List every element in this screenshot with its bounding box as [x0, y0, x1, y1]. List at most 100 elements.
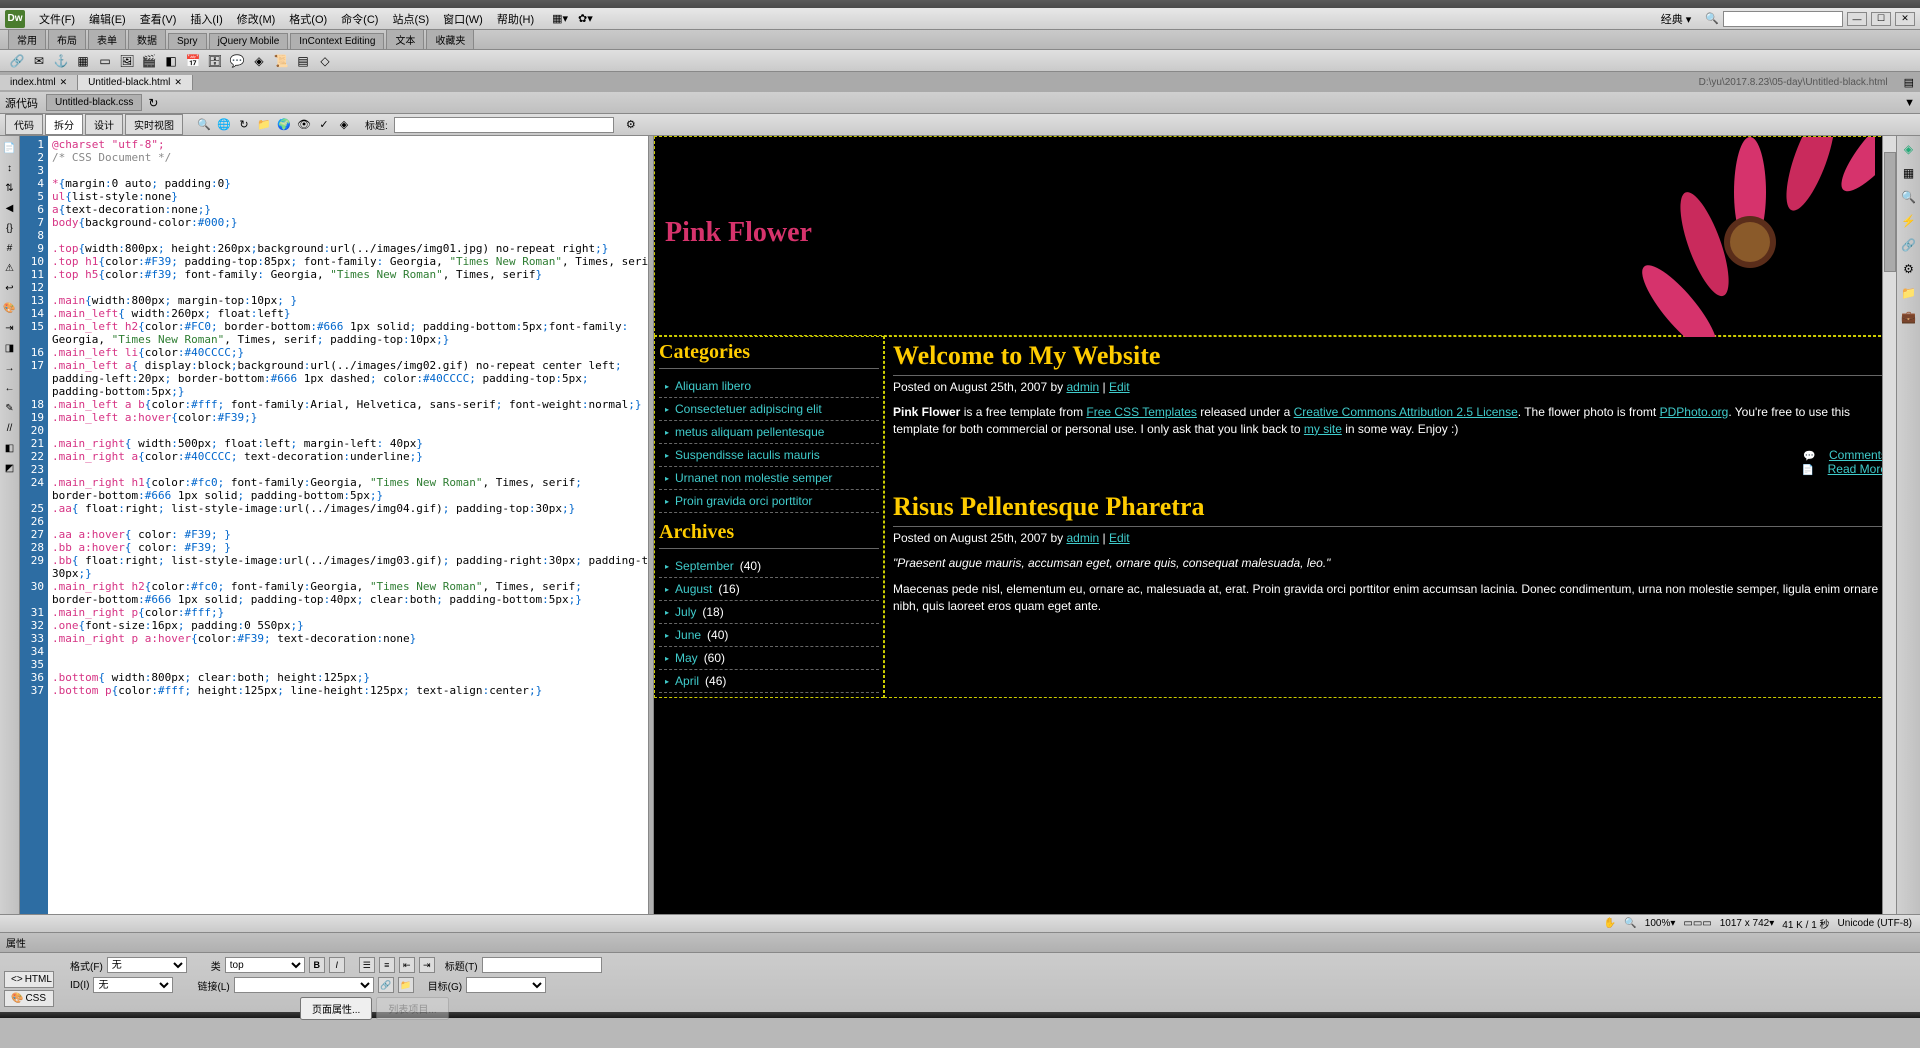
pdphoto-link[interactable]: PDPhoto.org: [1660, 405, 1729, 419]
workspace-selector[interactable]: 经典 ▾: [1661, 11, 1692, 27]
table-icon[interactable]: ▦: [74, 52, 92, 70]
indent-icon[interactable]: →: [2, 360, 18, 376]
server-icon[interactable]: 🗄: [206, 52, 224, 70]
tab-incontext[interactable]: InContext Editing: [290, 33, 384, 49]
archive-item[interactable]: ▸August (16): [659, 578, 879, 601]
title-input[interactable]: [394, 117, 614, 133]
tab-common[interactable]: 常用: [8, 29, 46, 49]
tab-favorites[interactable]: 收藏夹: [426, 29, 474, 49]
div-icon[interactable]: ▭: [96, 52, 114, 70]
tab-spry[interactable]: Spry: [168, 33, 207, 49]
format-select[interactable]: 无: [107, 957, 187, 973]
license-link[interactable]: Creative Commons Attribution 2.5 License: [1294, 405, 1518, 419]
category-item[interactable]: ▸Aliquam libero: [659, 375, 879, 398]
browse-icon[interactable]: 📁: [398, 977, 414, 993]
edit-link[interactable]: Edit: [1109, 531, 1130, 545]
check-icon[interactable]: ✓: [315, 116, 333, 134]
menu-edit[interactable]: 编辑(E): [83, 9, 132, 29]
menu-help[interactable]: 帮助(H): [491, 9, 540, 29]
preview-browser-icon[interactable]: 🌍: [275, 116, 293, 134]
indent-button[interactable]: ⇥: [419, 957, 435, 973]
view-code-button[interactable]: 代码: [5, 114, 43, 135]
close-icon[interactable]: ✕: [174, 77, 182, 88]
tab-forms[interactable]: 表单: [88, 29, 126, 49]
category-item[interactable]: ▸Consectetuer adipiscing elit: [659, 398, 879, 421]
move-css-icon[interactable]: ◩: [2, 460, 18, 476]
dim-dropdown-icon[interactable]: ▾: [1769, 918, 1774, 929]
edit-link[interactable]: Edit: [1109, 380, 1130, 394]
open-documents-icon[interactable]: 📄: [2, 140, 18, 156]
archive-item[interactable]: ▸May (60): [659, 647, 879, 670]
ul-button[interactable]: ☰: [359, 957, 375, 973]
menu-insert[interactable]: 插入(I): [184, 9, 228, 29]
balance-braces-icon[interactable]: {}: [2, 220, 18, 236]
mysite-link[interactable]: my site: [1304, 422, 1342, 436]
bold-button[interactable]: B: [309, 957, 325, 973]
business-catalyst-icon[interactable]: 🔍: [1900, 188, 1918, 206]
title-attr-input[interactable]: [482, 957, 602, 973]
preview-scrollbar[interactable]: [1882, 136, 1896, 914]
collapse-icon[interactable]: ↕: [2, 160, 18, 176]
source-code-label[interactable]: 源代码: [5, 95, 38, 111]
menu-format[interactable]: 格式(O): [283, 9, 333, 29]
list-item-button[interactable]: 列表项目...: [376, 997, 448, 1020]
hyperlink-icon[interactable]: 🔗: [8, 52, 26, 70]
tab-layout[interactable]: 布局: [48, 29, 86, 49]
class-select[interactable]: top: [225, 957, 305, 973]
doc-tab-index[interactable]: index.html✕: [0, 75, 78, 90]
date-icon[interactable]: 📅: [184, 52, 202, 70]
menu-commands[interactable]: 命令(C): [335, 9, 384, 29]
templates-link[interactable]: Free CSS Templates: [1086, 405, 1197, 419]
line-numbers-icon[interactable]: #: [2, 240, 18, 256]
menu-window[interactable]: 窗口(W): [437, 9, 489, 29]
snippets-icon[interactable]: ◨: [2, 340, 18, 356]
tab-jquery[interactable]: jQuery Mobile: [209, 33, 289, 49]
databases-icon[interactable]: ⚡: [1900, 212, 1918, 230]
archive-item[interactable]: ▸April (46): [659, 670, 879, 693]
tag-chooser-icon[interactable]: ◇: [316, 52, 334, 70]
html-tab[interactable]: <> HTML: [4, 971, 54, 988]
view-design-button[interactable]: 设计: [85, 114, 123, 135]
window-size-icon[interactable]: ▭▭▭: [1683, 918, 1711, 929]
properties-title[interactable]: 属性: [0, 933, 1920, 953]
zoom-level[interactable]: 100%: [1645, 918, 1671, 929]
refresh-design-icon[interactable]: ↻: [235, 116, 253, 134]
email-link-icon[interactable]: ✉: [30, 52, 48, 70]
page-properties-button[interactable]: 页面属性...: [300, 997, 372, 1020]
live-code-icon[interactable]: 🌐: [215, 116, 233, 134]
expand-icon[interactable]: ⇅: [2, 180, 18, 196]
comment-icon[interactable]: 💬: [228, 52, 246, 70]
outdent-icon[interactable]: ←: [2, 380, 18, 396]
minimize-button[interactable]: —: [1847, 12, 1867, 26]
widget-icon[interactable]: ◧: [162, 52, 180, 70]
refresh-icon[interactable]: ↻: [148, 96, 158, 110]
category-item[interactable]: ▸metus aliquam pellentesque: [659, 421, 879, 444]
css-styles-icon[interactable]: ◈: [1900, 140, 1918, 158]
admin-link[interactable]: admin: [1066, 380, 1099, 394]
filter-icon[interactable]: ▼: [1904, 97, 1915, 109]
validate-icon[interactable]: ◈: [335, 116, 353, 134]
view-split-button[interactable]: 拆分: [45, 114, 83, 135]
related-file-css[interactable]: Untitled-black.css: [46, 94, 142, 111]
server-behaviors-icon[interactable]: ⚙: [1900, 260, 1918, 278]
comment-icon[interactable]: //: [2, 420, 18, 436]
syntax-color-icon[interactable]: 🎨: [2, 300, 18, 316]
templates-icon[interactable]: ▤: [294, 52, 312, 70]
close-icon[interactable]: ✕: [60, 77, 68, 88]
target-select[interactable]: [466, 977, 546, 993]
link-select[interactable]: [234, 977, 374, 993]
readmore-link[interactable]: Read More: [1828, 462, 1887, 476]
bindings-icon[interactable]: 🔗: [1900, 236, 1918, 254]
admin-link[interactable]: admin: [1066, 531, 1099, 545]
code-editor[interactable]: @charset "utf-8";/* CSS Document */ *{ma…: [48, 136, 648, 914]
files-icon[interactable]: 📁: [1900, 284, 1918, 302]
menu-modify[interactable]: 修改(M): [231, 9, 282, 29]
search-input[interactable]: [1723, 11, 1843, 27]
inspect-icon[interactable]: 🔍: [195, 116, 213, 134]
anchor-icon[interactable]: ⚓: [52, 52, 70, 70]
format-source-icon[interactable]: ✎: [2, 400, 18, 416]
tab-data[interactable]: 数据: [128, 29, 166, 49]
outdent-button[interactable]: ⇤: [399, 957, 415, 973]
doc-menu-icon[interactable]: ▤: [1898, 76, 1920, 89]
menu-site[interactable]: 站点(S): [386, 9, 435, 29]
